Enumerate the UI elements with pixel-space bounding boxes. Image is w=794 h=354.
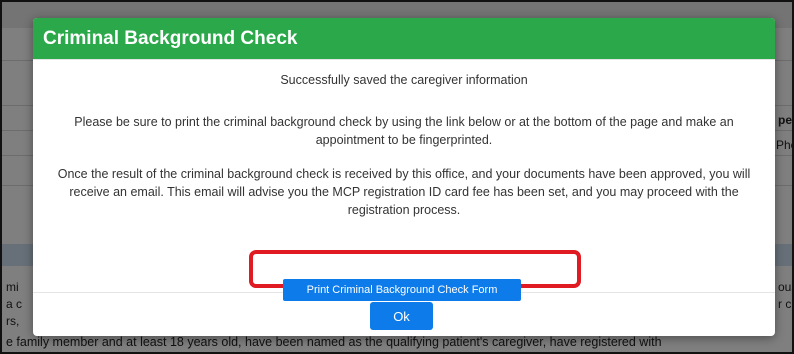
modal-title: Criminal Background Check [43, 27, 298, 49]
ok-button[interactable]: Ok [370, 302, 433, 330]
modal-header: Criminal Background Check [33, 18, 775, 60]
success-message: Successfully saved the caregiver informa… [280, 73, 528, 87]
result-message: Once the result of the criminal backgrou… [57, 167, 751, 217]
print-instructions: Please be sure to print the criminal bac… [74, 115, 734, 147]
modal-body: Successfully saved the caregiver informa… [33, 60, 775, 301]
criminal-background-check-modal: Criminal Background Check Successfully s… [33, 18, 775, 336]
modal-footer: Ok [33, 293, 775, 336]
